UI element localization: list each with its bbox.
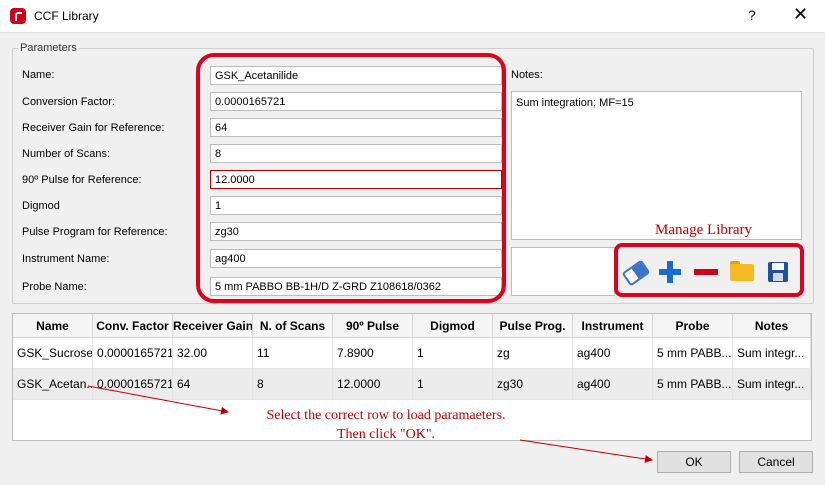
annotation-arrows xyxy=(87,385,653,463)
cancel-button[interactable]: Cancel xyxy=(739,451,813,473)
arrow-to-row xyxy=(87,385,229,415)
ok-button[interactable]: OK xyxy=(657,451,731,473)
arrow-to-ok xyxy=(519,439,653,463)
